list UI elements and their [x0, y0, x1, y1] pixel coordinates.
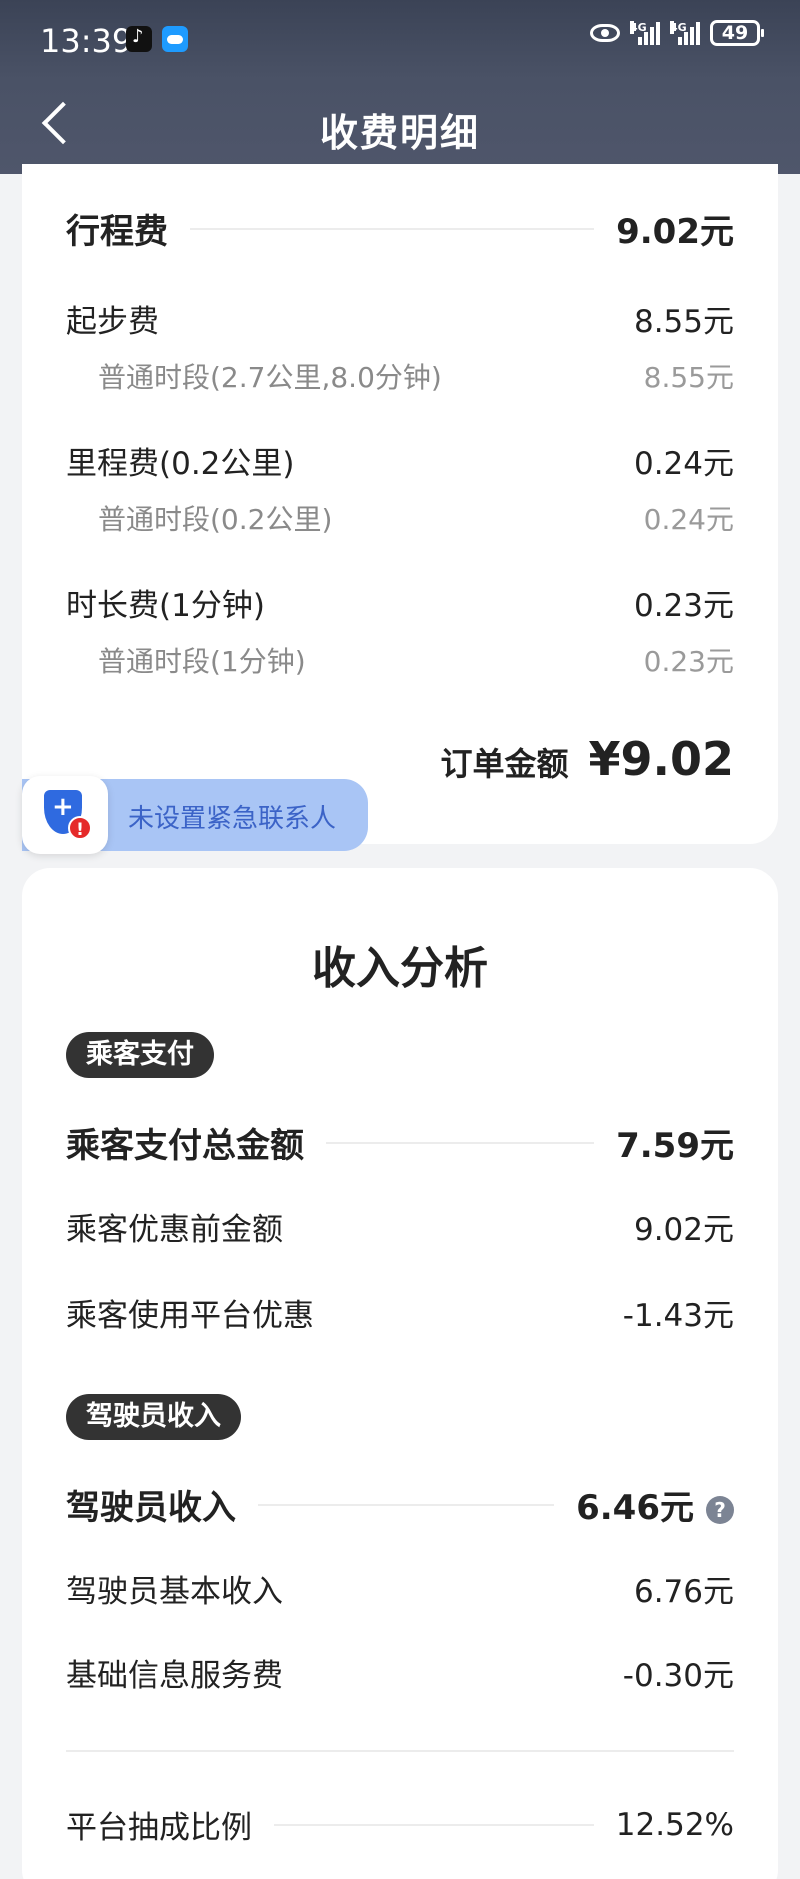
- page-title: 收费明细: [319, 111, 480, 155]
- mileage-fee-sub-value: 0.24元: [643, 503, 734, 536]
- help-icon[interactable]: ?: [706, 1495, 734, 1524]
- order-total: 订单金额 ¥9.02: [440, 732, 734, 786]
- status-time: 13:39: [40, 22, 133, 60]
- fare-detail-card: 行程费 9.02元 起步费 8.55元 普通时段(2.7公里,8.0分钟) 8.…: [22, 164, 778, 844]
- passenger-discount-row: 乘客使用平台优惠 -1.43元: [66, 1290, 734, 1335]
- emergency-contact-banner[interactable]: ! 未设置紧急联系人: [22, 776, 368, 854]
- mileage-fee-row: 里程费(0.2公里) 0.24元: [66, 438, 734, 483]
- passenger-payment-tag: 乘客支付: [66, 1032, 214, 1078]
- section-divider: [66, 1750, 734, 1752]
- duration-fee-sub-label: 普通时段(1分钟): [98, 645, 306, 678]
- signal-icon: 4G: [630, 21, 660, 45]
- duration-fee-value: 0.23元: [633, 588, 734, 624]
- commission-label: 平台抽成比例: [66, 1810, 252, 1846]
- driver-income-value: 6.46元?: [576, 1480, 734, 1529]
- base-fee-label: 起步费: [66, 304, 159, 340]
- divider-line: [190, 227, 595, 230]
- service-fee-label: 基础信息服务费: [66, 1658, 283, 1694]
- mileage-fee-sub-row: 普通时段(0.2公里) 0.24元: [98, 498, 734, 538]
- base-fee-sub-label: 普通时段(2.7公里,8.0分钟): [98, 361, 442, 394]
- order-total-value: ¥9.02: [588, 732, 734, 786]
- status-indicators: 4G 4G 49: [590, 20, 764, 46]
- emergency-contact-text[interactable]: 未设置紧急联系人: [128, 798, 336, 835]
- order-total-label: 订单金额: [440, 745, 569, 783]
- driver-income-tag: 驾驶员收入: [66, 1394, 241, 1440]
- base-fee-sub-value: 8.55元: [643, 361, 734, 394]
- service-fee-row: 基础信息服务费 -0.30元: [66, 1650, 734, 1695]
- eye-icon: [590, 24, 620, 42]
- mileage-fee-label: 里程费(0.2公里): [66, 446, 295, 482]
- emergency-icon-box[interactable]: !: [22, 776, 108, 854]
- divider-line: [258, 1503, 555, 1506]
- duration-fee-label: 时长费(1分钟): [66, 588, 265, 624]
- base-fee-value: 8.55元: [633, 304, 734, 340]
- status-bar: 13:39 4G 4G 49: [0, 0, 800, 80]
- passenger-total-value: 7.59元: [616, 1126, 734, 1166]
- passenger-total-row: 乘客支付总金额 7.59元: [66, 1118, 734, 1167]
- passenger-before-row: 乘客优惠前金额 9.02元: [66, 1204, 734, 1249]
- nav-bar: 收费明细: [0, 80, 800, 174]
- duration-fee-sub-row: 普通时段(1分钟) 0.23元: [98, 640, 734, 680]
- mileage-fee-value: 0.24元: [633, 446, 734, 482]
- driver-base-row: 驾驶员基本收入 6.76元: [66, 1566, 734, 1611]
- passenger-discount-label: 乘客使用平台优惠: [66, 1298, 314, 1334]
- signal-icon: 4G: [670, 21, 700, 45]
- divider-line: [274, 1823, 594, 1826]
- cloud-app-icon: [162, 26, 188, 52]
- passenger-discount-value: -1.43元: [622, 1298, 734, 1334]
- battery-icon: 49: [710, 20, 764, 46]
- trip-fee-row: 行程费 9.02元: [66, 204, 734, 253]
- driver-base-label: 驾驶员基本收入: [66, 1574, 283, 1610]
- passenger-total-label: 乘客支付总金额: [66, 1126, 304, 1166]
- commission-row: 平台抽成比例 12.52%: [66, 1802, 734, 1847]
- income-analysis-card: 收入分析 乘客支付 乘客支付总金额 7.59元 乘客优惠前金额 9.02元 乘客…: [22, 868, 778, 1879]
- alert-icon: !: [68, 816, 92, 840]
- driver-base-value: 6.76元: [633, 1574, 734, 1610]
- passenger-before-label: 乘客优惠前金额: [66, 1212, 283, 1248]
- section-title: 收入分析: [312, 943, 488, 994]
- duration-fee-row: 时长费(1分钟) 0.23元: [66, 580, 734, 625]
- divider-line: [326, 1141, 595, 1144]
- mileage-fee-sub-label: 普通时段(0.2公里): [98, 503, 333, 536]
- tiktok-app-icon: [126, 26, 152, 52]
- base-fee-sub-row: 普通时段(2.7公里,8.0分钟) 8.55元: [98, 356, 734, 396]
- passenger-before-value: 9.02元: [633, 1212, 734, 1248]
- service-fee-value: -0.30元: [622, 1658, 734, 1694]
- trip-fee-value: 9.02元: [616, 212, 734, 252]
- driver-income-label: 驾驶员收入: [66, 1488, 236, 1528]
- duration-fee-sub-value: 0.23元: [643, 645, 734, 678]
- trip-fee-label: 行程费: [66, 212, 168, 252]
- base-fee-row: 起步费 8.55元: [66, 296, 734, 341]
- commission-value: 12.52%: [615, 1806, 734, 1843]
- driver-income-row: 驾驶员收入 6.46元?: [66, 1480, 734, 1529]
